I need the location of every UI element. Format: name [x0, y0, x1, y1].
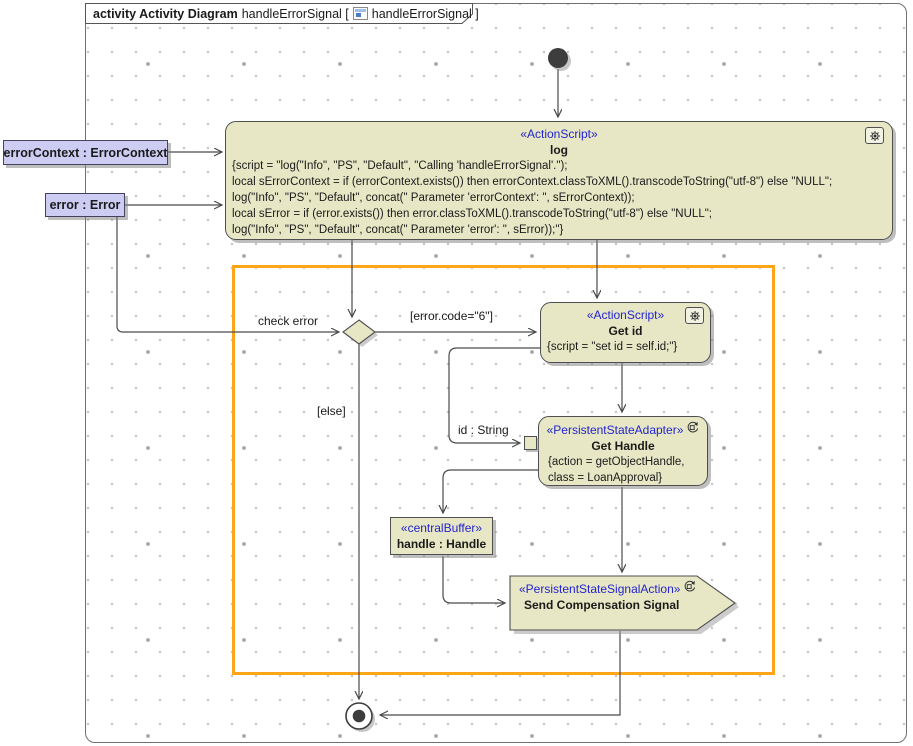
log-name: log	[226, 142, 892, 158]
signal-node-send-compensation[interactable]: «PersistentStateSignalAction» Send Compe…	[510, 576, 736, 630]
log-script-line: local sErrorContext = if (errorContext.e…	[226, 174, 892, 190]
adapter-node-get-handle[interactable]: «PersistentStateAdapter» Get Handle {act…	[538, 416, 708, 486]
signal-stereotype: «PersistentStateSignalAction»	[519, 581, 680, 597]
persistent-state-icon	[686, 421, 699, 438]
log-script-line: log("Info", "PS", "Default", concat(" Pa…	[226, 222, 892, 238]
log-script-line: log("Info", "PS", "Default", concat(" Pa…	[226, 190, 892, 206]
log-stereotype: «ActionScript»	[226, 122, 892, 142]
central-buffer-node[interactable]: «centralBuffer» handle : Handle	[390, 517, 493, 555]
get-handle-name: Get Handle	[539, 438, 707, 454]
get-handle-stereotype: «PersistentStateAdapter»	[547, 422, 684, 438]
guard-label-error-code: [error.code="6"]	[410, 309, 493, 323]
parameter-error-label: error : Error	[50, 198, 121, 212]
get-handle-body: class = LoanApproval}	[539, 470, 707, 486]
parameter-errorcontext-label: errorContext : ErrorContext	[4, 146, 168, 160]
frame-kind-label: activity Activity Diagram	[93, 7, 238, 21]
pin-label-id-string: id : String	[458, 423, 509, 437]
log-script-line: local sError = if (error.exists()) then …	[226, 206, 892, 222]
activity-diagram-canvas: activity Activity Diagram handleErrorSig…	[0, 0, 913, 746]
signal-name: Send Compensation Signal	[510, 597, 736, 613]
get-handle-body: {action = getObjectHandle,	[539, 454, 707, 470]
get-id-name: Get id	[541, 323, 710, 339]
parameter-node-error[interactable]: error : Error	[45, 193, 125, 217]
frame-title-tab[interactable]: activity Activity Diagram handleErrorSig…	[85, 3, 473, 24]
parameter-node-errorcontext[interactable]: errorContext : ErrorContext	[3, 140, 168, 165]
log-script-line: {script = "log("Info", "PS", "Default", …	[226, 158, 892, 174]
action-node-log[interactable]: «ActionScript» log {script = "log("Info"…	[225, 121, 893, 240]
gear-icon	[865, 127, 884, 144]
edge-label-check-error: check error	[258, 314, 318, 328]
guard-label-else: [else]	[317, 404, 346, 418]
persistent-state-icon	[683, 580, 696, 597]
activity-diagram-icon	[353, 7, 368, 20]
buffer-name: handle : Handle	[391, 536, 492, 552]
frame-ref-label: handleErrorSignal ]	[372, 7, 479, 21]
gear-icon	[685, 307, 704, 324]
action-node-get-id[interactable]: «ActionScript» Get id {script = "set id …	[540, 302, 711, 363]
input-pin-id[interactable]	[524, 436, 537, 450]
buffer-stereotype: «centralBuffer»	[391, 518, 492, 536]
frame-instance-label: handleErrorSignal [	[242, 7, 349, 21]
get-id-script: {script = "set id = self.id;"}	[541, 339, 710, 355]
